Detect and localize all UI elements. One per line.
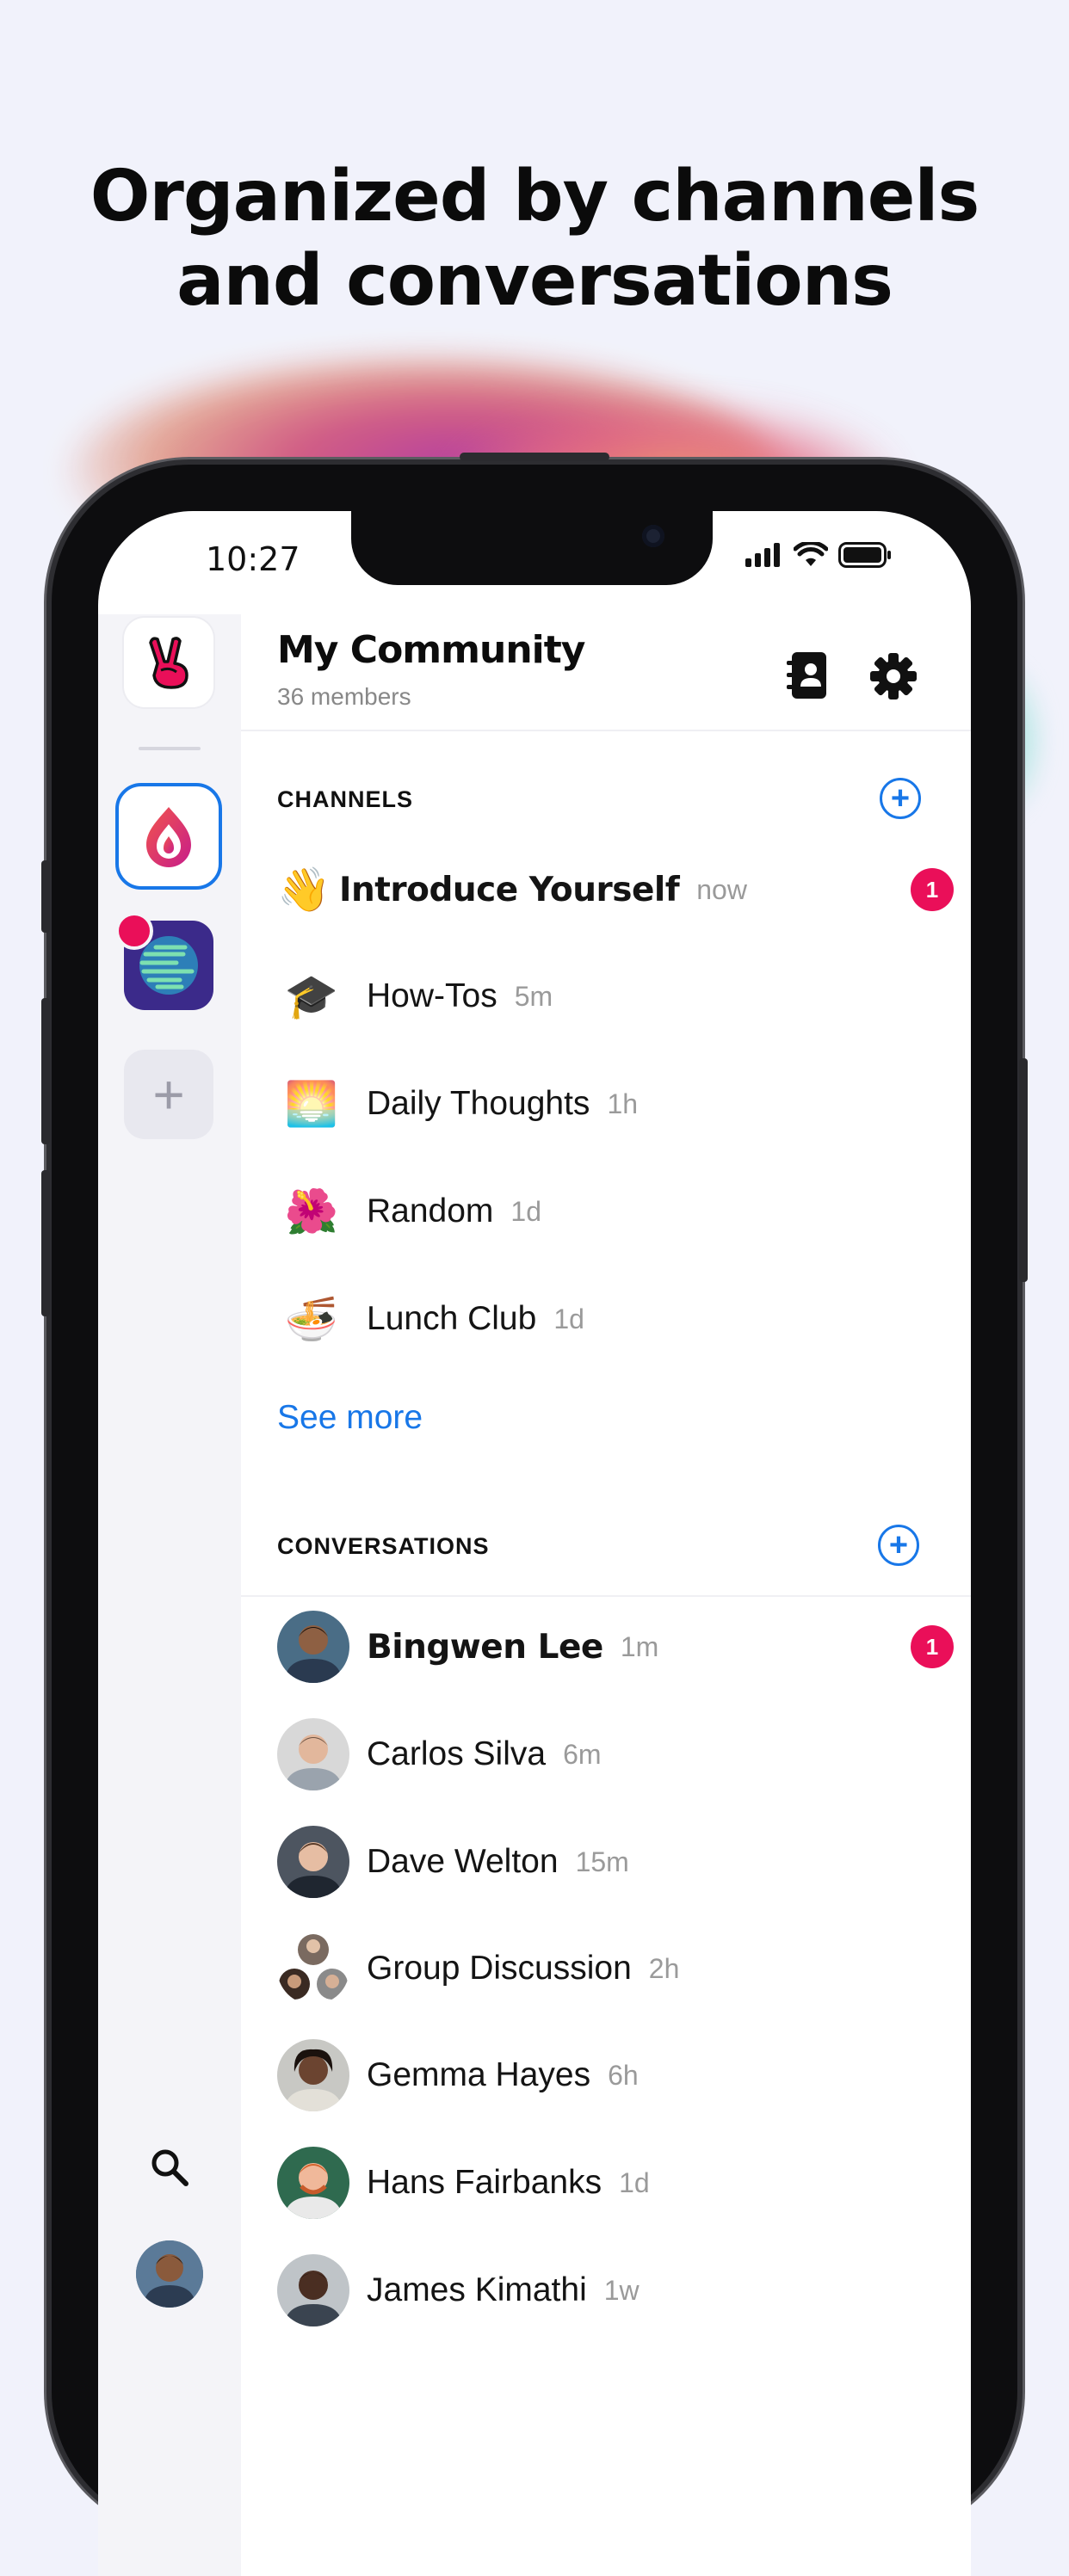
camera-icon [642, 525, 664, 547]
channel-time: 1d [553, 1303, 584, 1334]
plus-icon: + [890, 780, 911, 817]
conversation-time: 1w [603, 2274, 640, 2306]
phone-screen: 10:27 + My Community 36 members CHANNELS… [98, 511, 971, 2576]
conversation-name: Carlos Silva [367, 1735, 547, 1772]
conversation-name: Group Discussion [367, 1950, 632, 1987]
wifi-icon [794, 542, 828, 566]
channel-row[interactable]: 👋 Introduce Yourself now 1 [277, 847, 954, 933]
volume-down-button [41, 1170, 50, 1316]
see-more-link[interactable]: See more [277, 1399, 423, 1437]
channel-name: Random [367, 1192, 494, 1229]
channel-time: 5m [514, 980, 553, 1012]
avatar [277, 1826, 349, 1898]
conversations-section-title: CONVERSATIONS [277, 1533, 490, 1559]
avatar [277, 1611, 349, 1683]
gear-icon[interactable] [869, 652, 918, 700]
avatar [277, 2039, 349, 2111]
conversation-row[interactable]: Group Discussion 2h [277, 1926, 949, 2012]
channel-row[interactable]: 🍜 Lunch Club 1d [277, 1276, 949, 1362]
group-avatar [277, 1932, 349, 2005]
conversation-row[interactable]: Carlos Silva 6m [277, 1711, 949, 1797]
rail-divider [139, 747, 201, 750]
add-community-button[interactable]: + [124, 1050, 213, 1139]
conversation-name: James Kimathi [367, 2271, 587, 2308]
channels-section-title: CHANNELS [277, 786, 414, 812]
conversation-row[interactable]: Gemma Hayes 6h [277, 2032, 949, 2118]
mute-switch [41, 860, 50, 933]
conversation-name: Gemma Hayes [367, 2056, 591, 2093]
headline-line-2: and conversations [176, 240, 893, 322]
avatar-face-icon [136, 2240, 203, 2308]
channel-name: Lunch Club [367, 1300, 537, 1337]
status-icons [745, 542, 892, 568]
channel-name: How-Tos [367, 977, 497, 1014]
conversation-time: 1m [620, 1630, 659, 1662]
conversation-row[interactable]: Hans Fairbanks 1d [277, 2140, 949, 2226]
marketing-headline: Organized by channels and conversations [0, 155, 1069, 324]
power-button [1019, 1058, 1028, 1282]
conversation-name: Dave Welton [367, 1843, 559, 1880]
channel-row[interactable]: 🌅 Daily Thoughts 1h [277, 1061, 949, 1147]
unread-badge: 1 [911, 1625, 954, 1668]
notification-dot [115, 912, 153, 950]
conversation-time: 6h [608, 2059, 639, 2091]
hibiscus-icon: 🌺 [284, 1187, 339, 1236]
plus-icon: + [888, 1527, 909, 1563]
unread-badge: 1 [911, 868, 954, 911]
peace-hand-icon [149, 637, 188, 689]
avatar [277, 2147, 349, 2219]
cellular-icon [745, 543, 780, 567]
conversation-time: 1d [619, 2166, 650, 2198]
channel-name: Introduce Yourself [339, 870, 680, 909]
notch [351, 511, 713, 585]
channel-time: 1d [510, 1195, 542, 1227]
battery-icon [838, 542, 891, 568]
sunrise-icon: 🌅 [284, 1080, 339, 1128]
search-icon[interactable] [148, 2146, 191, 2189]
speaker-grille [460, 453, 609, 461]
conversation-time: 6m [563, 1738, 602, 1770]
channel-time: now [696, 873, 747, 905]
plus-icon: + [152, 1063, 185, 1125]
peace-hand-community-icon[interactable] [124, 618, 213, 707]
volume-up-button [41, 998, 50, 1144]
status-time: 10:27 [206, 540, 300, 578]
add-conversation-button[interactable]: + [878, 1525, 919, 1566]
conversation-name: Hans Fairbanks [367, 2164, 602, 2201]
community-rail: + [98, 614, 241, 2576]
conversation-name: Bingwen Lee [367, 1627, 603, 1667]
conversation-row[interactable]: Dave Welton 15m [277, 1819, 949, 1905]
channel-name: Daily Thoughts [367, 1085, 590, 1122]
profile-avatar[interactable] [136, 2240, 203, 2308]
channel-row[interactable]: 🎓 How-Tos 5m [277, 953, 949, 1039]
graduation-cap-icon: 🎓 [284, 972, 339, 1020]
flame-icon [146, 807, 191, 867]
channel-row[interactable]: 🌺 Random 1d [277, 1168, 949, 1254]
contacts-book-icon[interactable] [785, 650, 830, 700]
phone-frame: 10:27 + My Community 36 members CHANNELS… [41, 453, 1028, 2576]
channel-time: 1h [607, 1088, 639, 1119]
conversation-row[interactable]: Bingwen Lee 1m 1 [277, 1604, 954, 1690]
header-divider [241, 730, 971, 731]
noodle-bowl-icon: 🍜 [284, 1295, 339, 1343]
conversation-row[interactable]: James Kimathi 1w [277, 2247, 949, 2333]
flame-community-icon[interactable] [115, 783, 222, 890]
conversation-time: 2h [648, 1952, 680, 1984]
community-title: My Community [277, 628, 585, 672]
section-divider [241, 1595, 971, 1597]
avatar [277, 1718, 349, 1790]
headline-line-1: Organized by channels [90, 156, 980, 237]
member-count: 36 members [277, 683, 411, 710]
waving-hand-icon: 👋 [277, 866, 331, 914]
conversation-time: 15m [575, 1846, 629, 1877]
avatar [277, 2254, 349, 2326]
add-channel-button[interactable]: + [880, 778, 921, 819]
